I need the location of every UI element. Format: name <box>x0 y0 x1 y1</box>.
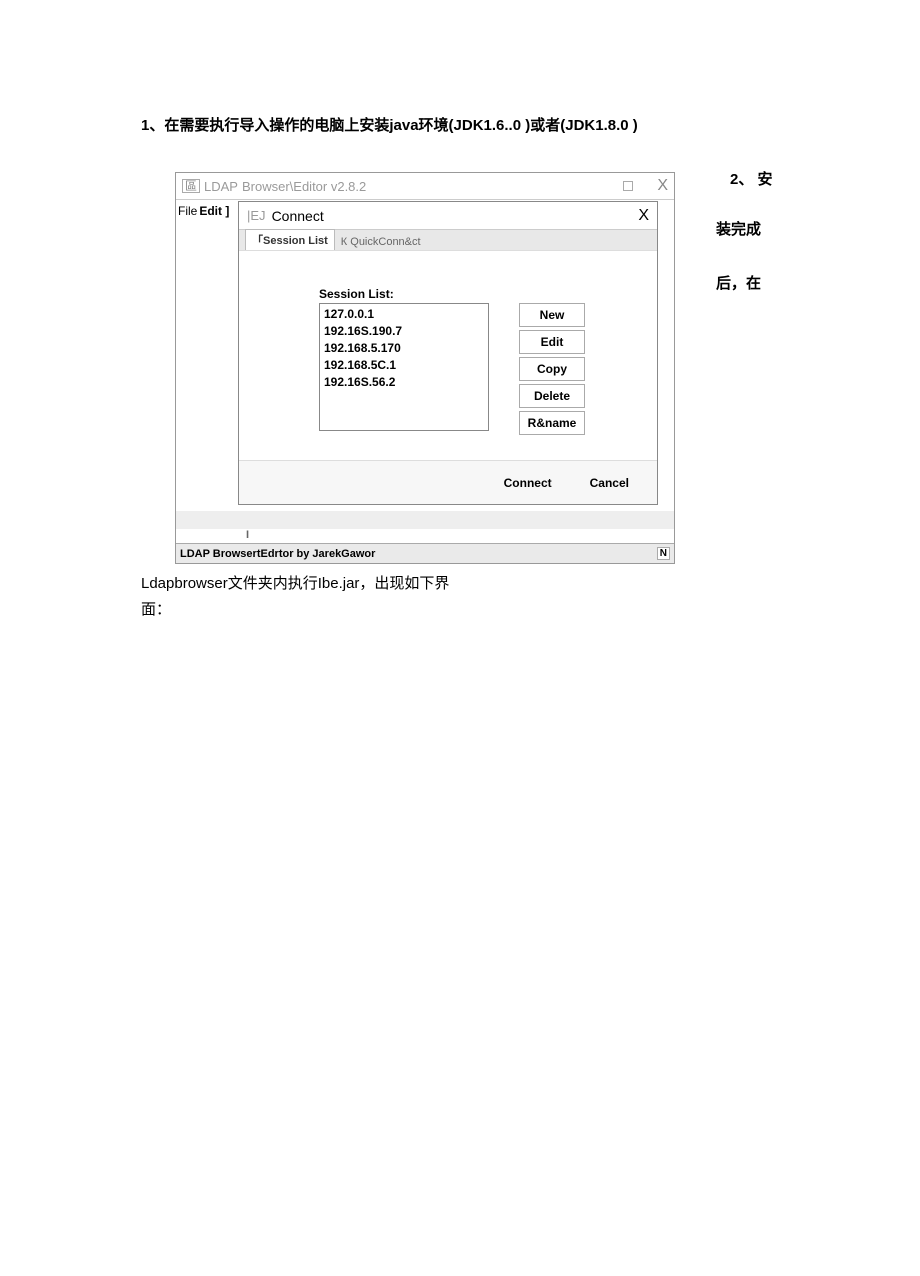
window-title: Browser\Editor v2.8.2 <box>242 179 366 194</box>
doc-below-1: Ldapbrowser文件夹内执行Ibe.jar，出现如下界 <box>141 572 449 593</box>
copy-button[interactable]: Copy <box>519 357 585 381</box>
connect-dialog: |EJ Connect X 「Session List К QuickConn&… <box>238 201 658 505</box>
window-body-blank <box>176 511 674 529</box>
session-list-label: Session List: <box>319 287 639 301</box>
list-item[interactable]: 127.0.0.1 <box>324 306 484 323</box>
ruler-row: I <box>176 529 674 543</box>
app-icon: 區 <box>182 179 200 193</box>
tab-session-list[interactable]: 「Session List <box>245 229 335 250</box>
new-button[interactable]: New <box>519 303 585 327</box>
status-right: N <box>657 547 670 560</box>
doc-step-2b: 装完成 <box>716 218 761 239</box>
edit-button[interactable]: Edit <box>519 330 585 354</box>
rename-button[interactable]: R&name <box>519 411 585 435</box>
status-text: LDAP BrowsertEdrtor by JarekGawor <box>180 548 375 560</box>
dialog-footer: Connect Cancel <box>239 460 657 504</box>
session-actions: New Edit Copy Delete R&name <box>519 303 585 438</box>
list-item[interactable]: 192.168.5C.1 <box>324 357 484 374</box>
menu-edit[interactable]: Edit ] <box>199 204 229 218</box>
tab-quick-connect[interactable]: К QuickConn&ct <box>335 234 427 250</box>
list-item[interactable]: 192.168.5.170 <box>324 340 484 357</box>
ldap-browser-window: 區 LDAP Browser\Editor v2.8.2 X File Edit… <box>175 172 675 564</box>
close-icon[interactable]: X <box>657 177 668 195</box>
maximize-icon[interactable] <box>623 181 633 191</box>
dialog-close-icon[interactable]: X <box>638 207 649 225</box>
dialog-title: Connect <box>272 208 324 224</box>
menu-file[interactable]: File <box>178 204 197 218</box>
cancel-button[interactable]: Cancel <box>590 476 629 490</box>
list-item[interactable]: 192.16S.190.7 <box>324 323 484 340</box>
doc-step-2c: 后，在 <box>716 272 761 293</box>
doc-below-2: 面： <box>141 598 171 619</box>
list-item[interactable]: 192.16S.56.2 <box>324 374 484 391</box>
statusbar: LDAP BrowsertEdrtor by JarekGawor N <box>176 543 674 563</box>
session-list[interactable]: 127.0.0.1 192.16S.190.7 192.168.5.170 19… <box>319 303 489 431</box>
ruler-tick: I <box>246 529 249 541</box>
connect-button[interactable]: Connect <box>504 476 552 490</box>
dialog-tabs: 「Session List К QuickConn&ct <box>239 230 657 250</box>
dialog-icon: |EJ <box>247 208 266 223</box>
dialog-body: Session List: 127.0.0.1 192.16S.190.7 19… <box>239 250 657 460</box>
dialog-titlebar: |EJ Connect X <box>239 202 657 230</box>
title-prefix: LDAP <box>204 179 238 194</box>
doc-step-2a: 2、 安 <box>730 168 773 189</box>
delete-button[interactable]: Delete <box>519 384 585 408</box>
doc-step-1: 1、在需要执行导入操作的电脑上安装java环境(JDK1.6..0 )或者(JD… <box>141 114 638 135</box>
window-titlebar: 區 LDAP Browser\Editor v2.8.2 X <box>176 173 674 199</box>
